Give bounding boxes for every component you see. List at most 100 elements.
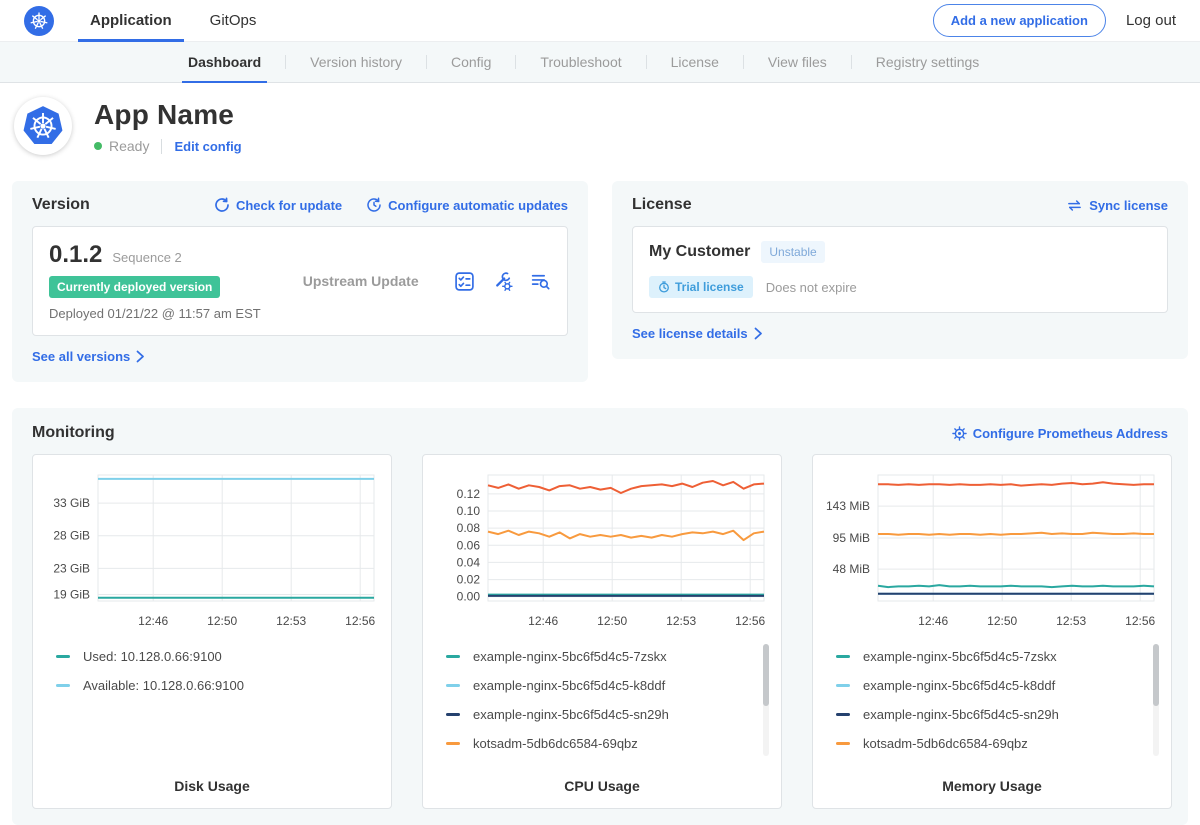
license-panel: License Sync license My C <box>612 181 1188 359</box>
auto-update-clock-icon <box>366 197 382 213</box>
kubernetes-logo-icon[interactable] <box>24 6 54 36</box>
see-all-versions-link[interactable]: See all versions <box>32 349 145 364</box>
kubernetes-wheel-icon <box>26 8 52 34</box>
tab-gitops[interactable]: GitOps <box>210 0 257 42</box>
sequence-label: Sequence 2 <box>112 250 181 265</box>
logout-button[interactable]: Log out <box>1126 12 1176 29</box>
app-subnav: Dashboard Version history Config Trouble… <box>0 42 1200 83</box>
legend-label: kotsadm-5db6dc6584-69qbz <box>863 736 1028 751</box>
legend-scrollbar-thumb[interactable] <box>1153 644 1159 706</box>
subnav-divider <box>285 55 286 69</box>
svg-text:12:53: 12:53 <box>1056 614 1086 628</box>
svg-text:28 GiB: 28 GiB <box>53 529 90 543</box>
svg-text:12:56: 12:56 <box>345 614 375 628</box>
subnav-divider <box>851 55 852 69</box>
sync-arrows-icon <box>1066 198 1083 213</box>
version-number: 0.1.2 <box>49 241 102 269</box>
legend-item: Available: 10.128.0.66:9100 <box>56 671 380 700</box>
legend-label: example-nginx-5bc6f5d4c5-k8ddf <box>473 678 665 693</box>
view-deploy-logs-icon[interactable] <box>530 271 551 292</box>
svg-text:12:46: 12:46 <box>138 614 168 628</box>
chevron-right-icon <box>136 350 145 363</box>
license-heading: License <box>632 196 692 214</box>
subnav-divider <box>515 55 516 69</box>
legend-item: kotsadm-5db6dc6584-69qbz <box>836 729 1160 758</box>
version-heading: Version <box>32 196 90 214</box>
cpu-usage-chart: 0.000.020.040.060.080.100.1212:4612:5012… <box>434 467 770 631</box>
chart-title: Disk Usage <box>44 778 380 794</box>
subnav-tab-config[interactable]: Config <box>451 42 491 83</box>
see-license-details-label: See license details <box>632 326 748 341</box>
see-all-versions-label: See all versions <box>32 349 130 364</box>
app-status-label: Ready <box>109 138 149 154</box>
check-for-update-link[interactable]: Check for update <box>214 197 342 213</box>
subnav-divider <box>743 55 744 69</box>
configure-automatic-updates-link[interactable]: Configure automatic updates <box>366 197 568 213</box>
legend-item: kotsadm-5db6dc6584-69qbz <box>446 729 770 758</box>
cpu-usage-legend: example-nginx-5bc6f5d4c5-7zskxexample-ng… <box>434 642 770 766</box>
subnav-tab-troubleshoot[interactable]: Troubleshoot <box>540 42 621 83</box>
svg-text:0.02: 0.02 <box>457 573 481 587</box>
svg-text:0.00: 0.00 <box>457 590 481 604</box>
version-source-label: Upstream Update <box>303 273 419 289</box>
subnav-tab-dashboard[interactable]: Dashboard <box>188 42 261 83</box>
subnav-tab-version-history[interactable]: Version history <box>310 42 402 83</box>
edit-config-wrench-icon[interactable] <box>492 271 513 292</box>
disk-usage-chart: 19 GiB23 GiB28 GiB33 GiB12:4612:5012:531… <box>44 467 380 631</box>
svg-text:12:50: 12:50 <box>597 614 627 628</box>
chart-title: Memory Usage <box>824 778 1160 794</box>
preflight-checks-icon[interactable] <box>454 271 475 292</box>
legend-item: example-nginx-5bc6f5d4c5-sn29h <box>836 700 1160 729</box>
customer-name: My Customer <box>649 243 750 261</box>
chart-title: CPU Usage <box>434 778 770 794</box>
edit-config-link[interactable]: Edit config <box>174 139 241 154</box>
svg-text:143 MiB: 143 MiB <box>826 499 870 513</box>
svg-text:95 MiB: 95 MiB <box>833 531 870 545</box>
configure-prometheus-label: Configure Prometheus Address <box>973 426 1168 441</box>
svg-text:19 GiB: 19 GiB <box>53 587 90 601</box>
legend-item: example-nginx-5bc6f5d4c5-7zskx <box>836 642 1160 671</box>
configure-automatic-updates-label: Configure automatic updates <box>388 198 568 213</box>
subnav-tab-registry-settings[interactable]: Registry settings <box>876 42 979 83</box>
svg-text:0.04: 0.04 <box>457 555 481 569</box>
check-for-update-label: Check for update <box>236 198 342 213</box>
svg-text:0.08: 0.08 <box>457 521 481 535</box>
deployed-timestamp: Deployed 01/21/22 @ 11:57 am EST <box>49 306 261 321</box>
add-new-application-button[interactable]: Add a new application <box>933 4 1106 37</box>
legend-swatch <box>446 655 460 658</box>
memory-usage-chart-card: 48 MiB95 MiB143 MiB12:4612:5012:5312:56 … <box>812 454 1172 809</box>
chevron-right-icon <box>754 327 763 340</box>
current-version-card: 0.1.2 Sequence 2 Currently deployed vers… <box>32 226 568 336</box>
legend-label: example-nginx-5bc6f5d4c5-7zskx <box>863 649 1057 664</box>
legend-scrollbar[interactable] <box>1153 644 1159 756</box>
legend-item: example-nginx-5bc6f5d4c5-sn29h <box>446 700 770 729</box>
subnav-tab-license[interactable]: License <box>671 42 719 83</box>
app-logo <box>14 97 72 155</box>
monitoring-heading: Monitoring <box>32 424 115 442</box>
refresh-icon <box>214 197 230 213</box>
legend-scrollbar-thumb[interactable] <box>763 644 769 706</box>
svg-text:12:50: 12:50 <box>207 614 237 628</box>
svg-text:12:46: 12:46 <box>918 614 948 628</box>
sync-license-link[interactable]: Sync license <box>1066 198 1168 213</box>
app-header: App Name Ready Edit config <box>0 83 1200 171</box>
legend-swatch <box>836 713 850 716</box>
memory-usage-chart: 48 MiB95 MiB143 MiB12:4612:5012:5312:56 <box>824 467 1160 631</box>
legend-label: kotsadm-5db6dc6584-69qbz <box>473 736 638 751</box>
svg-text:12:56: 12:56 <box>1125 614 1155 628</box>
subnav-tab-view-files[interactable]: View files <box>768 42 827 83</box>
monitoring-panel: Monitoring Configure Prometheus Address … <box>12 408 1188 825</box>
legend-label: Used: 10.128.0.66:9100 <box>83 649 222 664</box>
currently-deployed-badge: Currently deployed version <box>49 276 220 298</box>
configure-prometheus-link[interactable]: Configure Prometheus Address <box>952 426 1168 441</box>
legend-label: Available: 10.128.0.66:9100 <box>83 678 244 693</box>
gear-icon <box>952 426 967 441</box>
trial-license-badge: Trial license <box>649 276 753 298</box>
tab-application[interactable]: Application <box>90 0 172 42</box>
legend-scrollbar[interactable] <box>763 644 769 756</box>
svg-text:12:56: 12:56 <box>735 614 765 628</box>
svg-text:0.06: 0.06 <box>457 538 481 552</box>
see-license-details-link[interactable]: See license details <box>632 326 763 341</box>
legend-swatch <box>836 655 850 658</box>
disk-usage-legend: Used: 10.128.0.66:9100 Available: 10.128.… <box>44 642 380 766</box>
